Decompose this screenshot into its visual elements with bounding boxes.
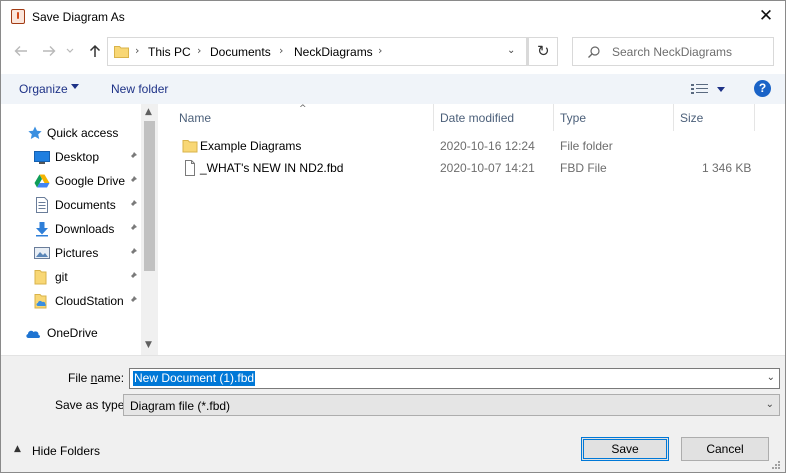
view-options-caret-icon[interactable] bbox=[717, 87, 725, 92]
caret-down-icon bbox=[71, 84, 79, 89]
address-bar[interactable]: › This PC › Documents › NeckDiagrams › bbox=[107, 37, 527, 66]
pin-icon bbox=[129, 200, 137, 208]
recent-locations-button[interactable] bbox=[65, 43, 75, 59]
pictures-icon bbox=[34, 247, 50, 259]
cancel-button[interactable]: Cancel bbox=[681, 437, 769, 461]
column-separator[interactable] bbox=[754, 104, 755, 131]
chevron-down-icon[interactable]: ⌄ bbox=[767, 372, 775, 383]
chevron-down-icon: ⌄ bbox=[507, 45, 516, 56]
scroll-down-icon[interactable]: ▼ bbox=[145, 340, 152, 350]
arrow-up-icon bbox=[89, 44, 101, 57]
file-name: Example Diagrams bbox=[200, 139, 302, 153]
column-header-size[interactable]: Size bbox=[674, 104, 754, 131]
search-placeholder: Search NeckDiagrams bbox=[612, 45, 733, 59]
save-options-panel: File name: New Document (1).fbd ⌄ Save a… bbox=[1, 355, 785, 472]
breadcrumb-separator[interactable]: › bbox=[279, 44, 283, 57]
pin-icon bbox=[129, 152, 137, 160]
help-button[interactable]: ? bbox=[754, 80, 771, 97]
refresh-icon: ↻ bbox=[537, 42, 550, 60]
nav-item-pictures[interactable]: Pictures bbox=[1, 242, 141, 264]
nav-item-documents[interactable]: Documents bbox=[1, 194, 141, 216]
navigation-pane-scrollbar[interactable]: ▲ ▼ bbox=[141, 104, 158, 355]
organize-button[interactable]: Organize bbox=[19, 82, 68, 96]
caret-up-icon: ▲ bbox=[14, 444, 21, 454]
pin-icon bbox=[129, 272, 137, 280]
file-date: 2020-10-07 14:21 bbox=[440, 161, 535, 175]
file-type: File folder bbox=[560, 139, 613, 153]
breadcrumb-separator[interactable]: › bbox=[378, 44, 382, 57]
save-as-type-select[interactable]: Diagram file (*.fbd) ⌄ bbox=[123, 394, 780, 416]
folder-icon bbox=[114, 46, 129, 58]
save-button[interactable]: Save bbox=[581, 437, 669, 461]
scrollbar-thumb[interactable] bbox=[144, 121, 155, 271]
pin-icon bbox=[129, 224, 137, 232]
download-icon bbox=[36, 222, 48, 237]
back-button[interactable] bbox=[13, 43, 29, 59]
folder-icon bbox=[182, 140, 198, 153]
breadcrumb-neckdiagrams[interactable]: NeckDiagrams bbox=[294, 45, 373, 59]
file-type: FBD File bbox=[560, 161, 607, 175]
forward-button[interactable] bbox=[41, 43, 57, 59]
file-row[interactable]: Example Diagrams 2020-10-16 12:24 File f… bbox=[158, 135, 785, 157]
file-list: ^ Name Date modified Type Size Example D… bbox=[158, 104, 785, 355]
star-icon bbox=[28, 126, 42, 139]
arrow-left-icon bbox=[14, 46, 27, 56]
view-details-icon[interactable] bbox=[691, 83, 709, 95]
file-row[interactable]: _WHAT's NEW IN ND2.fbd 2020-10-07 14:21 … bbox=[158, 157, 785, 179]
search-icon bbox=[588, 46, 600, 58]
breadcrumb-separator[interactable]: › bbox=[197, 44, 201, 57]
nav-item-google-drive[interactable]: Google Drive bbox=[1, 170, 141, 192]
documents-icon bbox=[36, 197, 48, 213]
file-name: _WHAT's NEW IN ND2.fbd bbox=[200, 161, 344, 175]
resize-grip-icon[interactable] bbox=[771, 460, 781, 470]
up-button[interactable] bbox=[87, 43, 103, 59]
nav-item-cloudstation[interactable]: CloudStation bbox=[1, 290, 141, 312]
address-dropdown-button[interactable]: ⌄ bbox=[498, 37, 528, 66]
nav-item-onedrive[interactable]: OneDrive bbox=[1, 322, 141, 344]
pin-icon bbox=[129, 296, 137, 304]
nav-item-downloads[interactable]: Downloads bbox=[1, 218, 141, 240]
file-icon bbox=[185, 160, 195, 176]
file-size: 1 346 KB bbox=[702, 161, 752, 175]
column-header-type[interactable]: Type bbox=[554, 104, 673, 131]
chevron-down-icon bbox=[66, 48, 74, 53]
search-box[interactable]: Search NeckDiagrams bbox=[572, 37, 774, 66]
arrow-right-icon bbox=[43, 46, 56, 56]
nav-item-git[interactable]: git bbox=[1, 266, 141, 288]
close-button[interactable]: ✕ bbox=[757, 7, 775, 25]
cloudstation-icon bbox=[34, 294, 47, 309]
window-title: Save Diagram As bbox=[32, 10, 125, 24]
nav-item-quick-access[interactable]: Quick access bbox=[1, 122, 141, 144]
breadcrumb-documents[interactable]: Documents bbox=[210, 45, 271, 59]
onedrive-icon bbox=[26, 330, 40, 338]
scroll-up-icon[interactable]: ▲ bbox=[145, 107, 152, 117]
pin-icon bbox=[129, 176, 137, 184]
save-dialog: Save Diagram As ✕ › This PC › Documents … bbox=[0, 0, 786, 473]
file-date: 2020-10-16 12:24 bbox=[440, 139, 535, 153]
column-header-name[interactable]: Name bbox=[158, 104, 433, 131]
breadcrumb-separator[interactable]: › bbox=[135, 44, 139, 57]
pin-icon bbox=[129, 248, 137, 256]
file-name-input[interactable]: New Document (1).fbd ⌄ bbox=[129, 368, 780, 389]
app-icon bbox=[11, 9, 25, 24]
command-bar: Organize New folder ? bbox=[1, 74, 785, 104]
title-bar: Save Diagram As ✕ bbox=[1, 1, 785, 32]
chevron-down-icon: ⌄ bbox=[765, 399, 774, 410]
file-name-label: File name: bbox=[68, 371, 125, 385]
column-header-date-modified[interactable]: Date modified bbox=[434, 104, 553, 131]
folder-icon bbox=[34, 270, 47, 285]
file-name-value: New Document (1).fbd bbox=[133, 371, 256, 386]
breadcrumb-this-pc[interactable]: This PC bbox=[148, 45, 191, 59]
new-folder-button[interactable]: New folder bbox=[111, 82, 168, 96]
refresh-button[interactable]: ↻ bbox=[528, 37, 558, 66]
save-as-type-value: Diagram file (*.fbd) bbox=[130, 399, 231, 413]
desktop-icon bbox=[34, 151, 50, 164]
google-drive-icon bbox=[34, 174, 50, 188]
save-as-type-label: Save as type: bbox=[55, 398, 128, 412]
nav-item-desktop[interactable]: Desktop bbox=[1, 146, 141, 168]
navigation-pane: Quick access Desktop Google Drive Docume… bbox=[1, 104, 158, 355]
